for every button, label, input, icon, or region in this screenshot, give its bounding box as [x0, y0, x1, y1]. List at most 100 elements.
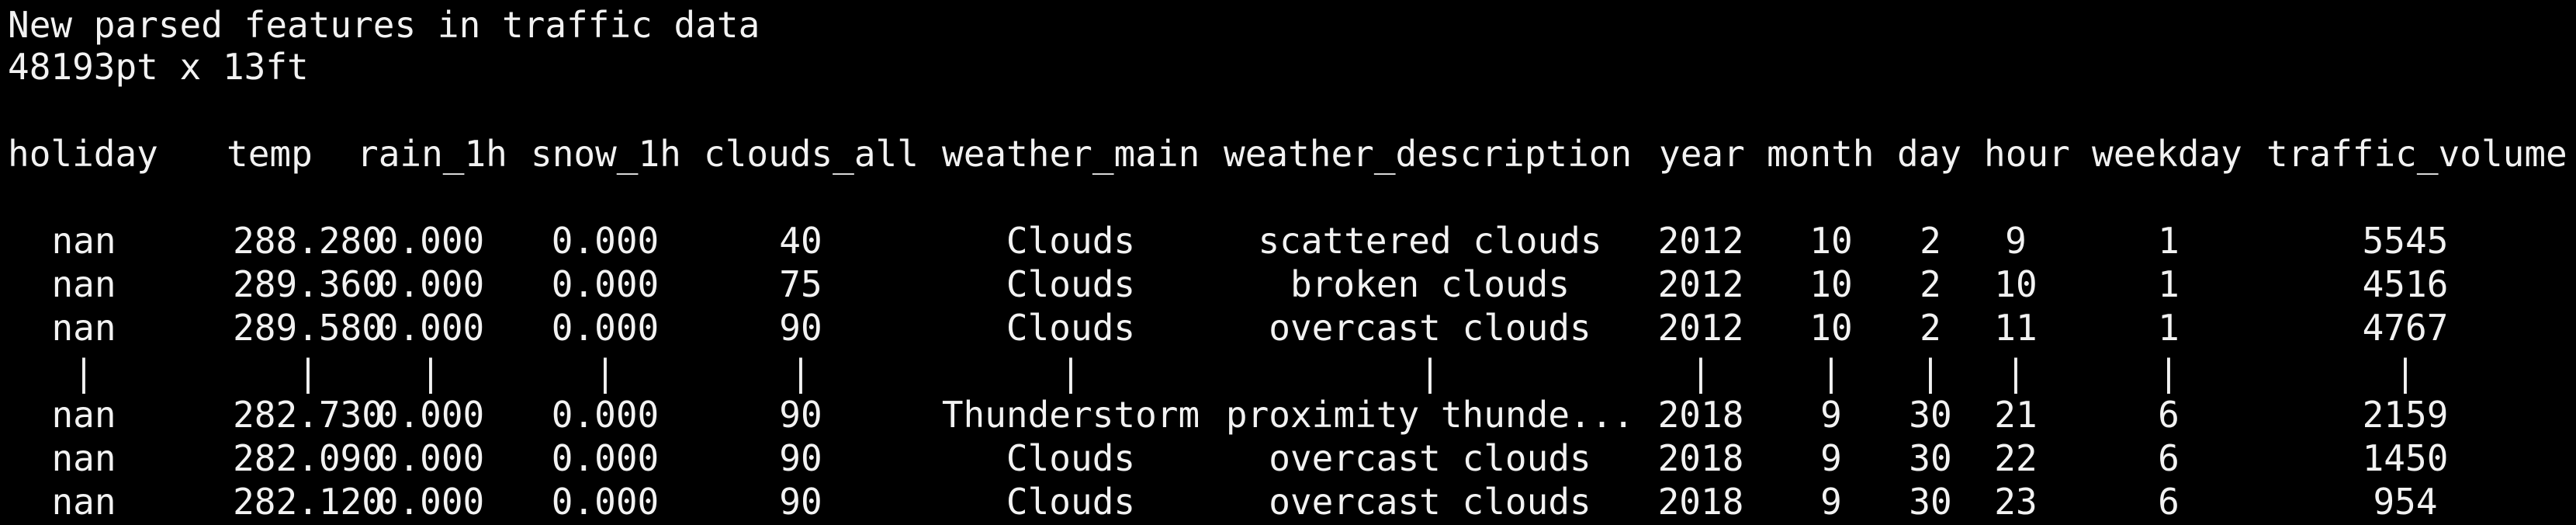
- cell-holiday: nan: [51, 394, 116, 436]
- cell-weather-description: overcast clouds: [1269, 307, 1591, 349]
- cell-weather-main: Clouds: [1006, 263, 1136, 305]
- table-row: nan 282.120 0.000 0.000 90 Clouds overcast clo…: [0, 480, 2576, 523]
- cell-day: 30: [1909, 437, 1952, 479]
- cell-rain-1h: 0.000: [376, 220, 485, 262]
- cell-month: |: [1820, 352, 1842, 394]
- column-header-month: month: [1767, 133, 1875, 175]
- cell-day: 2: [1920, 263, 1941, 305]
- cell-weather-main: |: [1060, 352, 1082, 394]
- cell-day: 30: [1909, 481, 1952, 523]
- cell-year: 2012: [1657, 307, 1744, 349]
- cell-snow-1h: 0.000: [551, 307, 660, 349]
- column-header-weather-main: weather_main: [942, 133, 1200, 175]
- cell-traffic-volume: 4516: [2362, 263, 2449, 305]
- cell-rain-1h: 0.000: [376, 394, 485, 436]
- cell-clouds-all: 90: [779, 394, 822, 436]
- cell-hour: 21: [1994, 394, 2038, 436]
- cell-traffic-volume: 4767: [2362, 307, 2449, 349]
- cell-temp: 289.360: [233, 263, 383, 305]
- cell-weather-main: Clouds: [1006, 437, 1136, 479]
- cell-traffic-volume: 2159: [2362, 394, 2449, 436]
- cell-snow-1h: 0.000: [551, 263, 660, 305]
- ellipsis-row: | | | | | | | | | | | | |: [0, 351, 2576, 395]
- cell-weekday: |: [2158, 352, 2180, 394]
- cell-holiday: |: [73, 352, 95, 394]
- cell-year: 2018: [1657, 481, 1744, 523]
- cell-year: 2012: [1657, 263, 1744, 305]
- cell-weather-description: |: [1419, 352, 1441, 394]
- cell-weather-description: broken clouds: [1290, 263, 1570, 305]
- cell-weekday: 1: [2158, 220, 2180, 262]
- output-shape: 48193pt x 13ft: [8, 46, 309, 88]
- cell-weather-description: overcast clouds: [1269, 481, 1591, 523]
- cell-year: |: [1690, 352, 1712, 394]
- cell-hour: 9: [2005, 220, 2027, 262]
- cell-month: 9: [1820, 437, 1842, 479]
- cell-weekday: 1: [2158, 263, 2180, 305]
- cell-snow-1h: |: [594, 352, 616, 394]
- cell-rain-1h: |: [420, 352, 441, 394]
- cell-weekday: 1: [2158, 307, 2180, 349]
- cell-temp: 282.120: [233, 481, 383, 523]
- cell-hour: |: [2005, 352, 2027, 394]
- cell-snow-1h: 0.000: [551, 437, 660, 479]
- cell-weather-main: Clouds: [1006, 307, 1136, 349]
- cell-clouds-all: 90: [779, 437, 822, 479]
- cell-month: 9: [1820, 481, 1842, 523]
- cell-temp: 282.730: [233, 394, 383, 436]
- cell-clouds-all: 90: [779, 307, 822, 349]
- cell-day: 2: [1920, 307, 1941, 349]
- cell-clouds-all: 90: [779, 481, 822, 523]
- cell-temp: 288.280: [233, 220, 383, 262]
- cell-snow-1h: 0.000: [551, 481, 660, 523]
- cell-snow-1h: 0.000: [551, 394, 660, 436]
- cell-rain-1h: 0.000: [376, 307, 485, 349]
- column-header-snow-1h: snow_1h: [531, 133, 681, 175]
- column-header-temp: temp: [227, 133, 313, 175]
- column-header-year: year: [1659, 133, 1745, 175]
- terminal-output: New parsed features in traffic data 4819…: [0, 0, 2576, 525]
- cell-rain-1h: 0.000: [376, 481, 485, 523]
- cell-holiday: nan: [51, 220, 116, 262]
- cell-month: 9: [1820, 394, 1842, 436]
- output-title: New parsed features in traffic data: [8, 4, 760, 46]
- cell-holiday: nan: [51, 437, 116, 479]
- cell-hour: 10: [1994, 263, 2038, 305]
- cell-weather-description: overcast clouds: [1269, 437, 1591, 479]
- cell-temp: 282.090: [233, 437, 383, 479]
- table-row: nan 288.280 0.000 0.000 40 Clouds scattered cl…: [0, 219, 2576, 262]
- column-header-traffic-volume: traffic_volume: [2266, 133, 2567, 175]
- cell-weekday: 6: [2158, 394, 2180, 436]
- cell-traffic-volume: 954: [2373, 481, 2438, 523]
- cell-snow-1h: 0.000: [551, 220, 660, 262]
- cell-hour: 23: [1994, 481, 2038, 523]
- cell-traffic-volume: 1450: [2362, 437, 2449, 479]
- cell-day: |: [1920, 352, 1941, 394]
- cell-year: 2012: [1657, 220, 1744, 262]
- table-row: nan 289.360 0.000 0.000 75 Clouds broken cloud…: [0, 262, 2576, 306]
- cell-rain-1h: 0.000: [376, 437, 485, 479]
- cell-weather-main: Clouds: [1006, 481, 1136, 523]
- table-row: nan 282.090 0.000 0.000 90 Clouds overcast clo…: [0, 436, 2576, 480]
- cell-traffic-volume: 5545: [2362, 220, 2449, 262]
- column-header-weekday: weekday: [2092, 133, 2242, 175]
- cell-clouds-all: |: [790, 352, 812, 394]
- cell-holiday: nan: [51, 263, 116, 305]
- cell-day: 30: [1909, 394, 1952, 436]
- cell-hour: 11: [1994, 307, 2038, 349]
- cell-hour: 22: [1994, 437, 2038, 479]
- cell-traffic-volume: |: [2394, 352, 2416, 394]
- column-header-day: day: [1897, 133, 1962, 175]
- cell-month: 10: [1809, 307, 1853, 349]
- cell-weather-description: scattered clouds: [1258, 220, 1602, 262]
- column-header-rain-1h: rain_1h: [357, 133, 507, 175]
- column-header-clouds-all: clouds_all: [704, 133, 919, 175]
- cell-clouds-all: 75: [779, 263, 822, 305]
- column-header-hour: hour: [1984, 133, 2070, 175]
- cell-holiday: nan: [51, 481, 116, 523]
- cell-temp: |: [297, 352, 319, 394]
- cell-year: 2018: [1657, 394, 1744, 436]
- column-header-weather-description: weather_description: [1224, 133, 1633, 175]
- cell-temp: 289.580: [233, 307, 383, 349]
- cell-month: 10: [1809, 263, 1853, 305]
